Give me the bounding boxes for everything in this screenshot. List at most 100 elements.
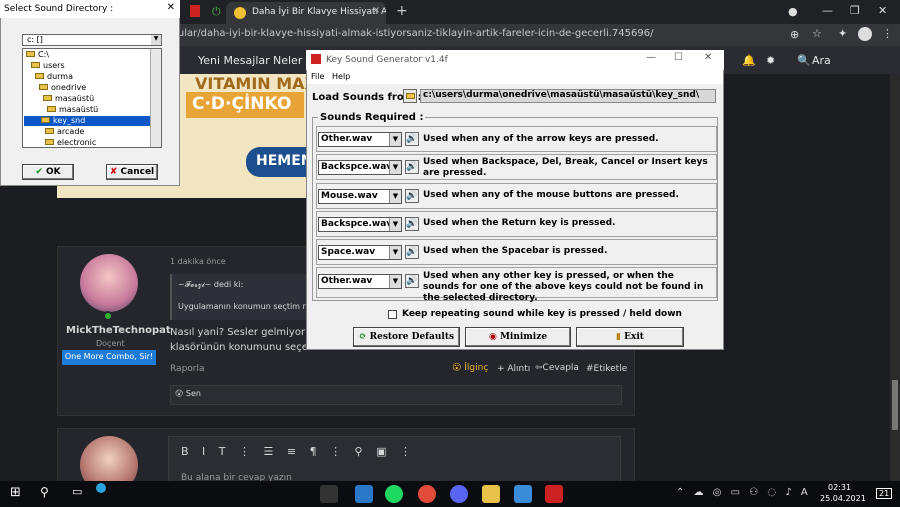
discord-icon[interactable]: [450, 485, 468, 503]
restore-defaults-button[interactable]: ⟳ Restore Defaults: [353, 327, 460, 347]
search-icon[interactable]: ⚲: [40, 485, 58, 503]
bookmark-star-icon[interactable]: ☆: [812, 27, 822, 40]
tree-item[interactable]: arcade: [45, 127, 84, 137]
chevron-down-icon[interactable]: ▼: [151, 35, 161, 45]
search-icon[interactable]: 🔍: [797, 54, 811, 67]
tree-item[interactable]: C:\: [26, 50, 49, 60]
reply-label: Cevapla: [542, 363, 579, 373]
quote-button[interactable]: + Alıntı: [497, 364, 530, 374]
profile-avatar[interactable]: [858, 27, 872, 41]
chevron-down-icon[interactable]: ▼: [389, 275, 401, 288]
install-icon[interactable]: ⊕: [790, 28, 799, 41]
terminal-app-icon[interactable]: [320, 485, 338, 503]
sound-select[interactable]: Space.wav ▼: [318, 245, 402, 260]
photos-app-icon[interactable]: [355, 485, 373, 503]
extensions-icon[interactable]: ✦: [838, 27, 847, 40]
tree-item[interactable]: durma: [35, 72, 73, 82]
sound-path-field[interactable]: c:\users\durma\onedrive\masaüstü\masaüst…: [420, 89, 716, 103]
minimize-window-icon[interactable]: —: [822, 4, 833, 17]
sound-select[interactable]: Other.wav ▼: [318, 132, 402, 147]
tree-scrollbar[interactable]: [150, 49, 161, 147]
tree-item[interactable]: electronic: [45, 138, 96, 147]
ok-button[interactable]: ✔ OK: [22, 164, 74, 180]
chevron-down-icon[interactable]: ▼: [389, 161, 401, 174]
browse-folder-button[interactable]: [403, 89, 417, 103]
play-sound-icon[interactable]: 🔊: [405, 217, 419, 231]
quote-text: Uygulamanın konumun seçtim nas: [178, 302, 317, 311]
avatar[interactable]: [80, 254, 138, 312]
editor-toolbar[interactable]: B I T ⋮ ☰ ≡ ¶ ⋮ ⚲ ▣ ⋮: [181, 445, 411, 458]
app-window-icon[interactable]: [514, 485, 532, 503]
sound-desc: Used when the Return key is pressed.: [423, 218, 616, 228]
minimize-icon[interactable]: —: [646, 52, 656, 63]
report-link[interactable]: Raporla: [170, 364, 205, 374]
chevron-down-icon[interactable]: ▼: [389, 133, 401, 146]
scrollbar-thumb[interactable]: [892, 380, 898, 430]
play-sound-icon[interactable]: 🔊: [405, 274, 419, 288]
sound-select[interactable]: Mouse.wav ▼: [318, 189, 402, 204]
play-sound-icon[interactable]: 🔊: [405, 132, 419, 146]
react-button[interactable]: 😮 İlginç: [452, 363, 488, 373]
exit-button[interactable]: ▮ Exit: [576, 327, 684, 347]
chevron-down-icon[interactable]: ▼: [389, 246, 401, 259]
tab-close-icon[interactable]: ✕: [372, 6, 380, 16]
tree-item-selected[interactable]: key_snd: [24, 116, 150, 126]
close-icon[interactable]: ✕: [704, 52, 712, 63]
ksg-title-bar: Key Sound Generator v1.4f — ☐ ✕: [306, 50, 724, 70]
directory-tree[interactable]: C:\ users durma onedrive masaüstü masaüs…: [22, 48, 162, 148]
new-tab-button[interactable]: +: [396, 3, 408, 19]
bell-icon[interactable]: 🔔: [742, 54, 756, 67]
browser-tab[interactable]: Daha İyi Bir Klavye Hissiyatı Alma ✕: [226, 2, 386, 24]
record-icon[interactable]: ●: [788, 5, 798, 18]
chevron-down-icon[interactable]: ▼: [389, 190, 401, 203]
tree-item[interactable]: masaüstü: [43, 94, 94, 104]
minimize-button[interactable]: ◉ Minimize: [465, 327, 571, 347]
task-view-icon[interactable]: ▭: [72, 485, 90, 503]
reaction-summary[interactable]: 😮 Sen: [175, 389, 201, 398]
play-sound-icon[interactable]: 🔊: [405, 160, 419, 174]
nav-search[interactable]: Ara: [812, 54, 831, 67]
url-text[interactable]: konular/daha-iyi-bir-klavye-hissiyati-al…: [160, 27, 780, 43]
tree-item[interactable]: users: [31, 61, 65, 71]
folder-icon: [406, 93, 415, 99]
sound-desc: Used when any other key is pressed, or w…: [423, 271, 704, 303]
telegram-icon[interactable]: [96, 483, 106, 493]
cancel-button[interactable]: ✘ Cancel: [106, 164, 158, 180]
repeat-checkbox[interactable]: [388, 310, 397, 319]
theme-icon[interactable]: ✹: [766, 54, 775, 67]
reply-button[interactable]: ⇦Cevapla: [535, 363, 579, 373]
tag-button[interactable]: #Etiketle: [586, 364, 627, 374]
post-time[interactable]: 1 dakika önce: [170, 257, 226, 266]
menu-file[interactable]: File: [311, 72, 324, 81]
clock-date[interactable]: 25.04.2021: [820, 494, 866, 503]
notification-count[interactable]: 21: [876, 488, 893, 499]
close-icon[interactable]: ✕: [167, 2, 175, 13]
restore-window-icon[interactable]: ❐: [850, 4, 860, 17]
tray-icons[interactable]: ⌃ ☁ ◎ ▭ ⚇ ◌ ♪ A: [676, 487, 808, 498]
play-sound-icon[interactable]: 🔊: [405, 189, 419, 203]
sound-select[interactable]: Backspce.wav ▼: [318, 160, 402, 175]
drive-select[interactable]: c: [] ▼: [22, 34, 162, 46]
play-sound-icon[interactable]: 🔊: [405, 245, 419, 259]
power-icon[interactable]: ⏻: [212, 5, 221, 19]
close-window-icon[interactable]: ✕: [878, 4, 887, 17]
username[interactable]: MickTheTechnopat: [66, 325, 171, 336]
menu-help[interactable]: Help: [332, 72, 350, 81]
tree-item[interactable]: onedrive: [39, 83, 86, 93]
clock-time[interactable]: 02:31: [828, 483, 851, 492]
windows-start-icon[interactable]: ⊞: [10, 485, 28, 503]
chrome-icon[interactable]: [418, 485, 436, 503]
key-sound-generator-icon[interactable]: [545, 485, 563, 503]
file-explorer-icon[interactable]: [482, 485, 500, 503]
spotify-icon[interactable]: [385, 485, 403, 503]
sound-select[interactable]: Backspce.wav ▼: [318, 217, 402, 232]
maximize-icon[interactable]: ☐: [674, 52, 683, 63]
menu-dots-icon[interactable]: ⋮: [882, 27, 893, 40]
sound-select[interactable]: Other.wav ▼: [318, 274, 402, 289]
tree-item[interactable]: masaüstü: [47, 105, 98, 115]
quote-block: ~𝓕𝓮𝓻𝔃𝓲~ dedi ki: Uygulamanın konumun seç…: [170, 274, 317, 320]
repeat-label[interactable]: Keep repeating sound while key is presse…: [402, 309, 682, 319]
nav-new-messages[interactable]: Yeni Mesajlar: [198, 54, 270, 67]
chevron-down-icon[interactable]: ▼: [389, 218, 401, 231]
quote-author[interactable]: ~𝓕𝓮𝓻𝔃𝓲~ dedi ki:: [178, 280, 243, 290]
